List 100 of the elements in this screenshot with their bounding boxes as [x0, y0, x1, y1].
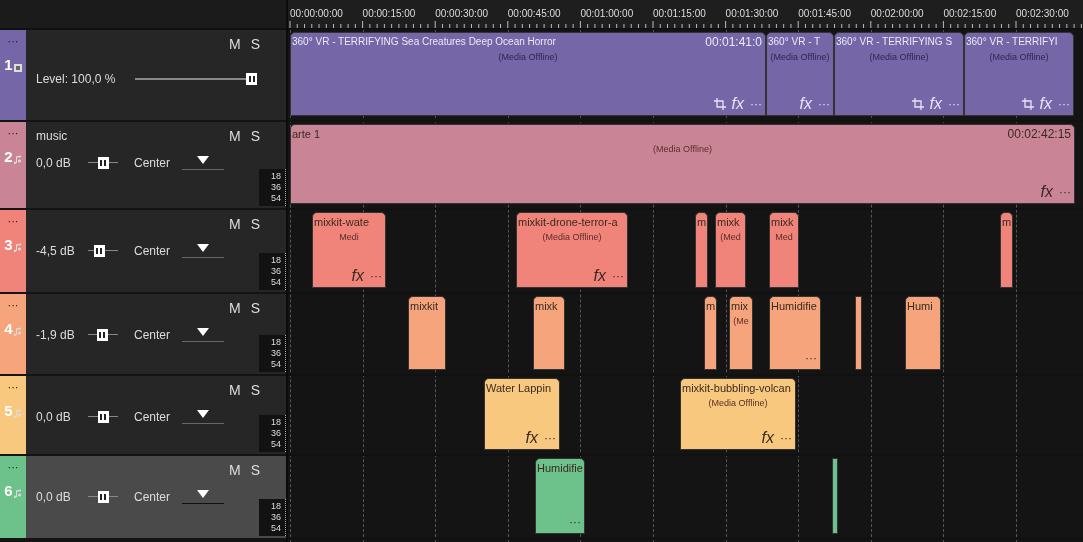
- pan-readout: Center: [134, 489, 171, 506]
- event-clip[interactable]: 360° VR - T (Media Offline) fx ···: [766, 32, 834, 116]
- slider-thumb[interactable]: [97, 491, 109, 503]
- event-clip[interactable]: 360° VR - TERRIFYING Sea Creatures Deep Ocean Horror 00:01:41:0 (Media Offline) fx ···: [290, 32, 766, 116]
- media-offline-label: (Media Offline): [989, 51, 1049, 64]
- track-menu[interactable]: ···: [7, 128, 19, 138]
- slider-thumb[interactable]: [97, 411, 109, 423]
- solo-button[interactable]: S: [250, 297, 260, 319]
- more-button[interactable]: ···: [818, 95, 830, 113]
- more-button[interactable]: ···: [948, 95, 960, 113]
- crop-icon[interactable]: [713, 98, 726, 110]
- mute-button[interactable]: M: [229, 459, 241, 481]
- note-icon: [13, 409, 22, 418]
- track-color-strip[interactable]: ··· 4: [0, 294, 26, 374]
- fx-button[interactable]: fx: [351, 267, 364, 285]
- volume-readout: -4,5 dB: [36, 243, 76, 260]
- level-label: Level: 100,0 %: [36, 71, 116, 88]
- event-clip[interactable]: Humidifie ···: [769, 296, 821, 370]
- more-button[interactable]: ···: [780, 429, 792, 447]
- event-clip[interactable]: Humi: [905, 296, 941, 370]
- mute-button[interactable]: M: [229, 213, 241, 235]
- ruler-label: 00:01:15:00: [653, 7, 706, 21]
- track-color-strip[interactable]: ··· 1: [0, 30, 26, 120]
- event-clip[interactable]: mix (Me: [729, 296, 753, 370]
- track-menu[interactable]: ···: [7, 462, 19, 472]
- event-clip[interactable]: [855, 296, 862, 370]
- event-clip[interactable]: Humidifie ···: [535, 458, 585, 534]
- fx-button[interactable]: fx: [1039, 95, 1052, 113]
- event-clip[interactable]: arte 1 00:02:42:15 (Media Offline) fx ···: [290, 124, 1075, 204]
- track-color-strip[interactable]: ··· 3: [0, 210, 26, 292]
- volume-slider[interactable]: [88, 491, 118, 503]
- pan-slider-thumb[interactable]: [197, 410, 210, 418]
- track-menu[interactable]: ···: [7, 36, 19, 46]
- event-title: Humi: [907, 299, 933, 314]
- fx-button[interactable]: fx: [731, 95, 744, 113]
- event-timecode: 00:02:42:15: [1007, 126, 1071, 143]
- slider-thumb[interactable]: [93, 245, 105, 257]
- track-color-strip[interactable]: ··· 2: [0, 122, 26, 208]
- event-title: mixk: [535, 299, 558, 314]
- event-clip[interactable]: m: [1000, 212, 1013, 288]
- media-offline-label: (Media Offline): [542, 231, 602, 244]
- crop-icon[interactable]: [1021, 98, 1034, 110]
- track-menu[interactable]: ···: [7, 216, 19, 226]
- slider-thumb[interactable]: [96, 329, 108, 341]
- solo-button[interactable]: S: [250, 33, 260, 55]
- more-button[interactable]: ···: [544, 429, 556, 447]
- event-clip[interactable]: m: [704, 296, 717, 370]
- more-button[interactable]: ···: [612, 267, 624, 285]
- volume-slider[interactable]: [88, 411, 118, 423]
- track-number: 3: [4, 236, 13, 254]
- time-ruler[interactable]: 00:00:00:00 00:00:15:00 00:00:30:00 00:00:45:00 00:01:00:00 00:01:15:00 00:01:30:00 00:01:45:00 00:02:00:00 00:02:15:00 00:02:30:00: [288, 0, 1083, 30]
- more-button[interactable]: ···: [750, 95, 762, 113]
- volume-slider[interactable]: [88, 329, 118, 341]
- slider-thumb[interactable]: [97, 157, 109, 169]
- track-menu[interactable]: ···: [7, 382, 19, 392]
- fx-button[interactable]: fx: [525, 429, 538, 447]
- fx-button[interactable]: fx: [929, 95, 942, 113]
- solo-button[interactable]: S: [250, 213, 260, 235]
- mute-button[interactable]: M: [229, 125, 241, 147]
- track-color-strip[interactable]: ··· 5: [0, 376, 26, 454]
- event-clip[interactable]: mixk: [533, 296, 565, 370]
- fx-button[interactable]: fx: [593, 267, 606, 285]
- track-menu[interactable]: ···: [7, 300, 19, 310]
- event-title: mixkit: [410, 299, 439, 314]
- mute-button[interactable]: M: [229, 379, 241, 401]
- more-button[interactable]: ···: [805, 349, 817, 367]
- event-clip[interactable]: mixk (Med: [715, 212, 746, 288]
- fx-button[interactable]: fx: [1040, 183, 1053, 201]
- more-button[interactable]: ···: [569, 513, 581, 531]
- event-clip[interactable]: 360° VR - TERRIFYI (Media Offline) fx ···: [964, 32, 1074, 116]
- event-clip[interactable]: 360° VR - TERRIFYING S (Media Offline) fx ···: [834, 32, 964, 116]
- pan-slider-thumb[interactable]: [197, 490, 210, 498]
- more-button[interactable]: ···: [1058, 95, 1070, 113]
- note-icon: [13, 243, 22, 252]
- fx-button[interactable]: fx: [799, 95, 812, 113]
- more-button[interactable]: ···: [370, 267, 382, 285]
- volume-slider[interactable]: [88, 157, 118, 169]
- more-button[interactable]: ···: [1059, 183, 1071, 201]
- event-clip[interactable]: mixk Med: [769, 212, 799, 288]
- volume-readout: 0,0 dB: [36, 409, 72, 426]
- track-color-strip[interactable]: ··· 6: [0, 456, 26, 538]
- pan-slider-thumb[interactable]: [197, 244, 210, 252]
- track-name[interactable]: music: [36, 127, 68, 145]
- event-clip[interactable]: mixkit-drone-terror-a (Media Offline) fx ···: [516, 212, 628, 288]
- crop-icon[interactable]: [911, 98, 924, 110]
- volume-slider[interactable]: [88, 245, 118, 257]
- event-clip[interactable]: mixkit-wate Medi fx ···: [312, 212, 386, 288]
- event-clip[interactable]: mixkit: [408, 296, 446, 370]
- event-clip[interactable]: [832, 458, 838, 534]
- fx-button[interactable]: fx: [761, 429, 774, 447]
- mute-button[interactable]: M: [229, 297, 241, 319]
- solo-button[interactable]: S: [250, 379, 260, 401]
- solo-button[interactable]: S: [250, 459, 260, 481]
- event-clip[interactable]: Water Lappin fx ···: [484, 378, 560, 450]
- pan-slider-thumb[interactable]: [197, 156, 210, 164]
- event-clip[interactable]: mixkit-bubbling-volcan (Media Offline) fx ···: [680, 378, 796, 450]
- solo-button[interactable]: S: [250, 125, 260, 147]
- pan-slider-thumb[interactable]: [197, 328, 210, 336]
- event-clip[interactable]: m: [695, 212, 708, 288]
- mute-button[interactable]: M: [229, 33, 241, 55]
